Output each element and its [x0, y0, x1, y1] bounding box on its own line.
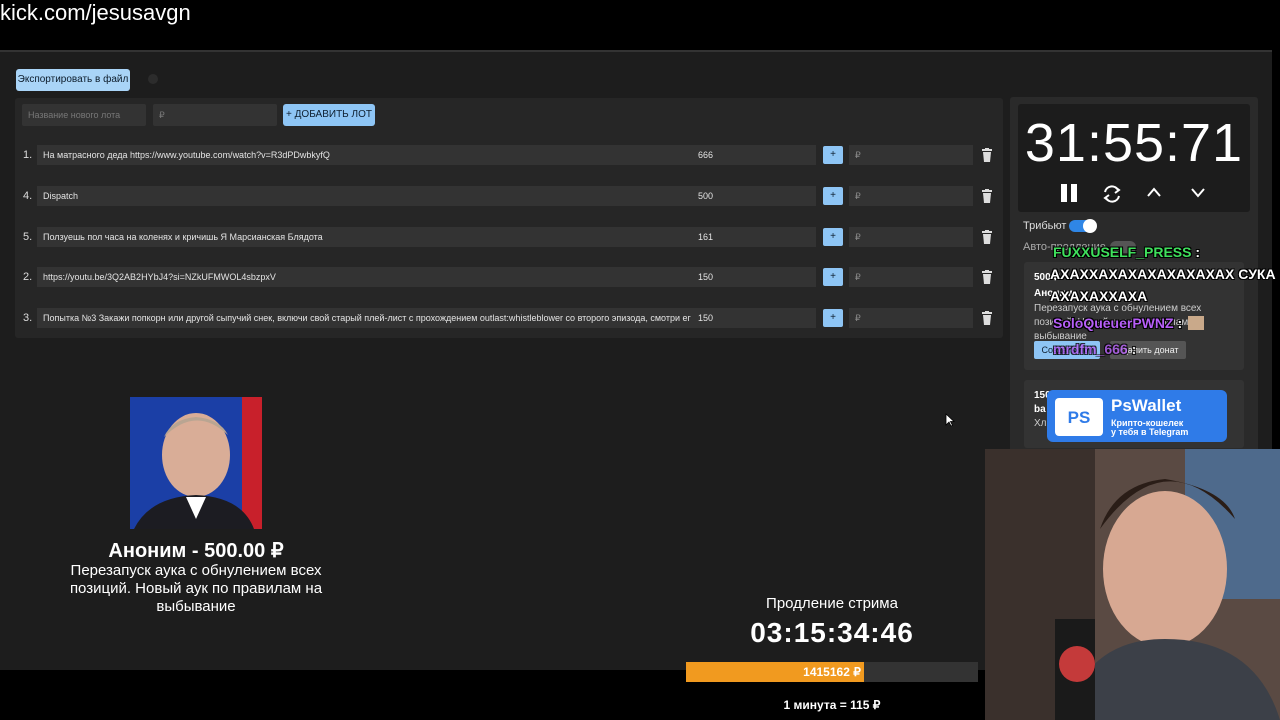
lot-add-amount-button[interactable]: +: [823, 228, 843, 246]
lot-row: 2. https://youtu.be/3Q2AB2HYbJ4?si=NZkUF…: [15, 267, 1003, 289]
trash-icon[interactable]: [981, 148, 993, 162]
lot-amount-field[interactable]: 150: [692, 308, 816, 328]
chat-user: SoloQueuerPWNZ: [1053, 315, 1174, 331]
lot-rank: 2.: [23, 271, 33, 283]
lot-name-field[interactable]: Ползуешь пол часа на коленях и кричишь Я…: [37, 227, 699, 247]
lot-name-field[interactable]: Попытка №3 Закажи попкорн или другой сып…: [37, 308, 699, 328]
lot-row: 4. Dispatch 500 + ₽: [15, 186, 1003, 208]
status-dot: [148, 74, 158, 84]
extension-label: Продление стрима: [766, 595, 898, 612]
reset-icon[interactable]: [1101, 183, 1123, 205]
lot-row: 5. Ползуешь пол часа на коленях и кричиш…: [15, 227, 1003, 249]
lot-name-field[interactable]: На матрасного деда https://www.youtube.c…: [37, 145, 699, 165]
channel-url: kick.com/jesusavgn: [0, 0, 191, 25]
ad-title: PsWallet: [1111, 396, 1182, 415]
chat-message: АХАХАХХАХА: [1050, 288, 1148, 304]
chat-line: SoloQueuerPWNZ :: [1053, 315, 1205, 331]
lot-add-amount-button[interactable]: +: [823, 309, 843, 327]
emote-icon: [1188, 316, 1205, 330]
chat-user: FUXXUSELF_PRESS: [1053, 244, 1192, 260]
tribute-label: Трибьют: [1023, 220, 1067, 232]
lot-row: 3. Попытка №3 Закажи попкорн или другой …: [15, 308, 1003, 330]
tribute-toggle-knob: [1083, 219, 1097, 233]
chevron-down-icon[interactable]: [1190, 186, 1206, 198]
lot-amount-field[interactable]: 150: [692, 267, 816, 287]
webcam-feed: [985, 449, 1280, 720]
chat-separator: :: [1191, 244, 1201, 260]
trash-icon[interactable]: [981, 189, 993, 203]
extension-timer: 03:15:34:46: [750, 617, 914, 648]
lot-row: 1. На матрасного деда https://www.youtub…: [15, 145, 1003, 167]
auction-timer: 31:55:71: [1024, 113, 1244, 173]
extension-progress-text: 1415162 ₽: [803, 665, 861, 679]
lot-add-amount-button[interactable]: +: [823, 187, 843, 205]
lot-name-field[interactable]: Dispatch: [37, 186, 699, 206]
lot-add-amount-input[interactable]: ₽: [849, 267, 973, 287]
chat-separator: :: [1127, 341, 1137, 357]
chevron-up-icon[interactable]: [1146, 186, 1162, 198]
chat-message: АХАХХАХАХАХАХАХАХАХ СУКА: [1050, 266, 1276, 282]
export-button[interactable]: Экспортировать в файл: [16, 69, 130, 91]
lot-add-amount-button[interactable]: +: [823, 268, 843, 286]
pswallet-ad[interactable]: PS PsWallet Крипто-кошелек у тебя в Tele…: [1047, 390, 1227, 442]
lot-add-amount-input[interactable]: ₽: [849, 227, 973, 247]
trash-icon[interactable]: [981, 230, 993, 244]
lot-name-field[interactable]: https://youtu.be/3Q2AB2HYbJ4?si=NZkUFMWO…: [37, 267, 699, 287]
new-lot-amount-input[interactable]: ₽: [153, 104, 277, 126]
card-author: ba: [1034, 404, 1046, 415]
lot-add-amount-button[interactable]: +: [823, 146, 843, 164]
chat-separator: :: [1173, 315, 1183, 331]
pswallet-logo-icon: PS: [1055, 398, 1103, 436]
new-lot-name-input[interactable]: Название нового лота: [22, 104, 146, 126]
mouse-cursor-icon: [945, 413, 955, 427]
donation-name: Аноним - 500.00 ₽: [108, 540, 284, 562]
trash-icon[interactable]: [981, 270, 993, 284]
lot-add-amount-input[interactable]: ₽: [849, 186, 973, 206]
donor-avatar: [130, 397, 262, 529]
lots-panel: [15, 98, 1003, 338]
lot-amount-field[interactable]: 500: [692, 186, 816, 206]
chat-user: mrdfm_666: [1053, 341, 1128, 357]
pause-icon[interactable]: [1060, 183, 1078, 203]
donation-message: Перезапуск аука с обнулением всех позици…: [69, 562, 323, 615]
lot-amount-field[interactable]: 666: [692, 145, 816, 165]
lot-rank: 1.: [23, 149, 33, 161]
add-lot-button[interactable]: + ДОБАВИТЬ ЛОТ: [283, 104, 375, 126]
chat-line: mrdfm_666 :: [1053, 341, 1136, 357]
lot-rank: 4.: [23, 190, 33, 202]
lot-add-amount-input[interactable]: ₽: [849, 308, 973, 328]
chat-line: FUXXUSELF_PRESS :: [1053, 244, 1200, 260]
extension-rate: 1 минута = 115 ₽: [783, 698, 881, 712]
trash-icon[interactable]: [981, 311, 993, 325]
lot-add-amount-input[interactable]: ₽: [849, 145, 973, 165]
lot-rank: 3.: [23, 312, 33, 324]
lot-amount-field[interactable]: 161: [692, 227, 816, 247]
ad-line2: у тебя в Telegram: [1111, 427, 1189, 437]
pswallet-logo-text: PS: [1067, 408, 1091, 427]
lot-rank: 5.: [23, 231, 33, 243]
card-message: Хл: [1034, 418, 1047, 429]
